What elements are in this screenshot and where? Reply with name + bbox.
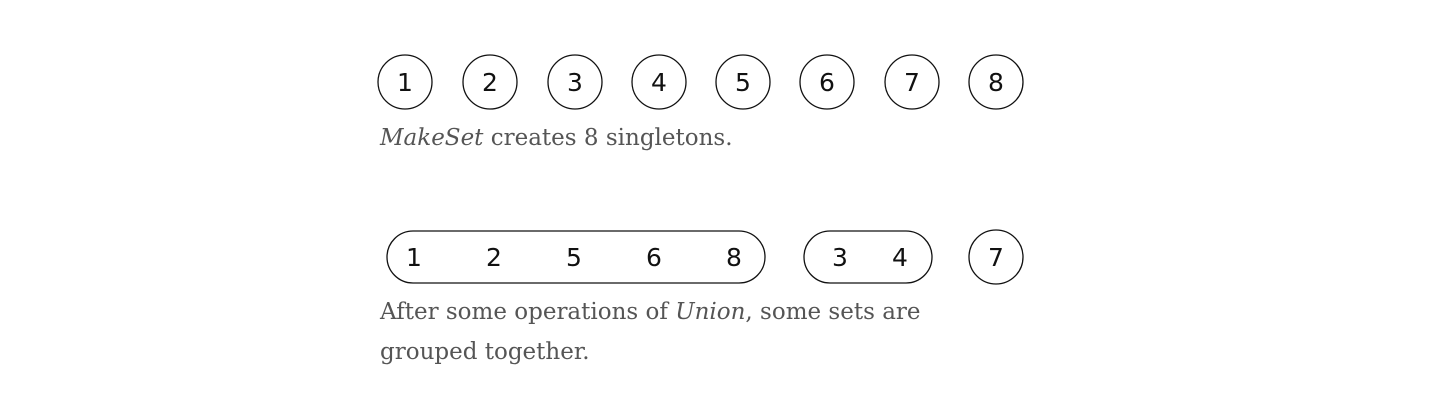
caption-text: creates 8 singletons. xyxy=(483,125,733,151)
node-label: 7 xyxy=(904,68,920,97)
node-label: 4 xyxy=(892,243,908,272)
node-label: 6 xyxy=(646,243,662,272)
node-label: 3 xyxy=(567,68,583,97)
singleton-node: 7 xyxy=(884,54,940,110)
node-label: 3 xyxy=(832,243,848,272)
caption-term: MakeSet xyxy=(380,125,484,151)
caption-makeset: MakeSet creates 8 singletons. xyxy=(380,118,733,158)
node-label: 4 xyxy=(651,68,667,97)
set-group-singleton: 7 xyxy=(968,229,1024,285)
node-label: 6 xyxy=(819,68,835,97)
singleton-node: 1 xyxy=(377,54,433,110)
node-label: 8 xyxy=(988,68,1004,97)
singleton-node: 5 xyxy=(715,54,771,110)
caption-term: Union xyxy=(675,299,746,325)
node-label: 2 xyxy=(482,68,498,97)
caption-union: After some operations of Union, some set… xyxy=(380,292,940,372)
node-label: 5 xyxy=(566,243,582,272)
node-label: 1 xyxy=(397,68,413,97)
node-label: 7 xyxy=(988,243,1004,272)
caption-text: After some operations of xyxy=(380,299,676,325)
singleton-node: 6 xyxy=(799,54,855,110)
grouped-sets-row: 1 2 5 6 8 3 4 7 xyxy=(386,229,1024,285)
singleton-node: 8 xyxy=(968,54,1024,110)
singletons-row: 1 2 3 4 5 6 7 8 xyxy=(377,54,1024,110)
node-label: 2 xyxy=(486,243,502,272)
node-label: 1 xyxy=(406,243,422,272)
set-group-large: 1 2 5 6 8 xyxy=(386,230,766,284)
singleton-node: 3 xyxy=(547,54,603,110)
singleton-node: 4 xyxy=(631,54,687,110)
singleton-node: 2 xyxy=(462,54,518,110)
node-label: 8 xyxy=(726,243,742,272)
set-group-medium: 3 4 xyxy=(803,230,933,284)
node-label: 5 xyxy=(735,68,751,97)
